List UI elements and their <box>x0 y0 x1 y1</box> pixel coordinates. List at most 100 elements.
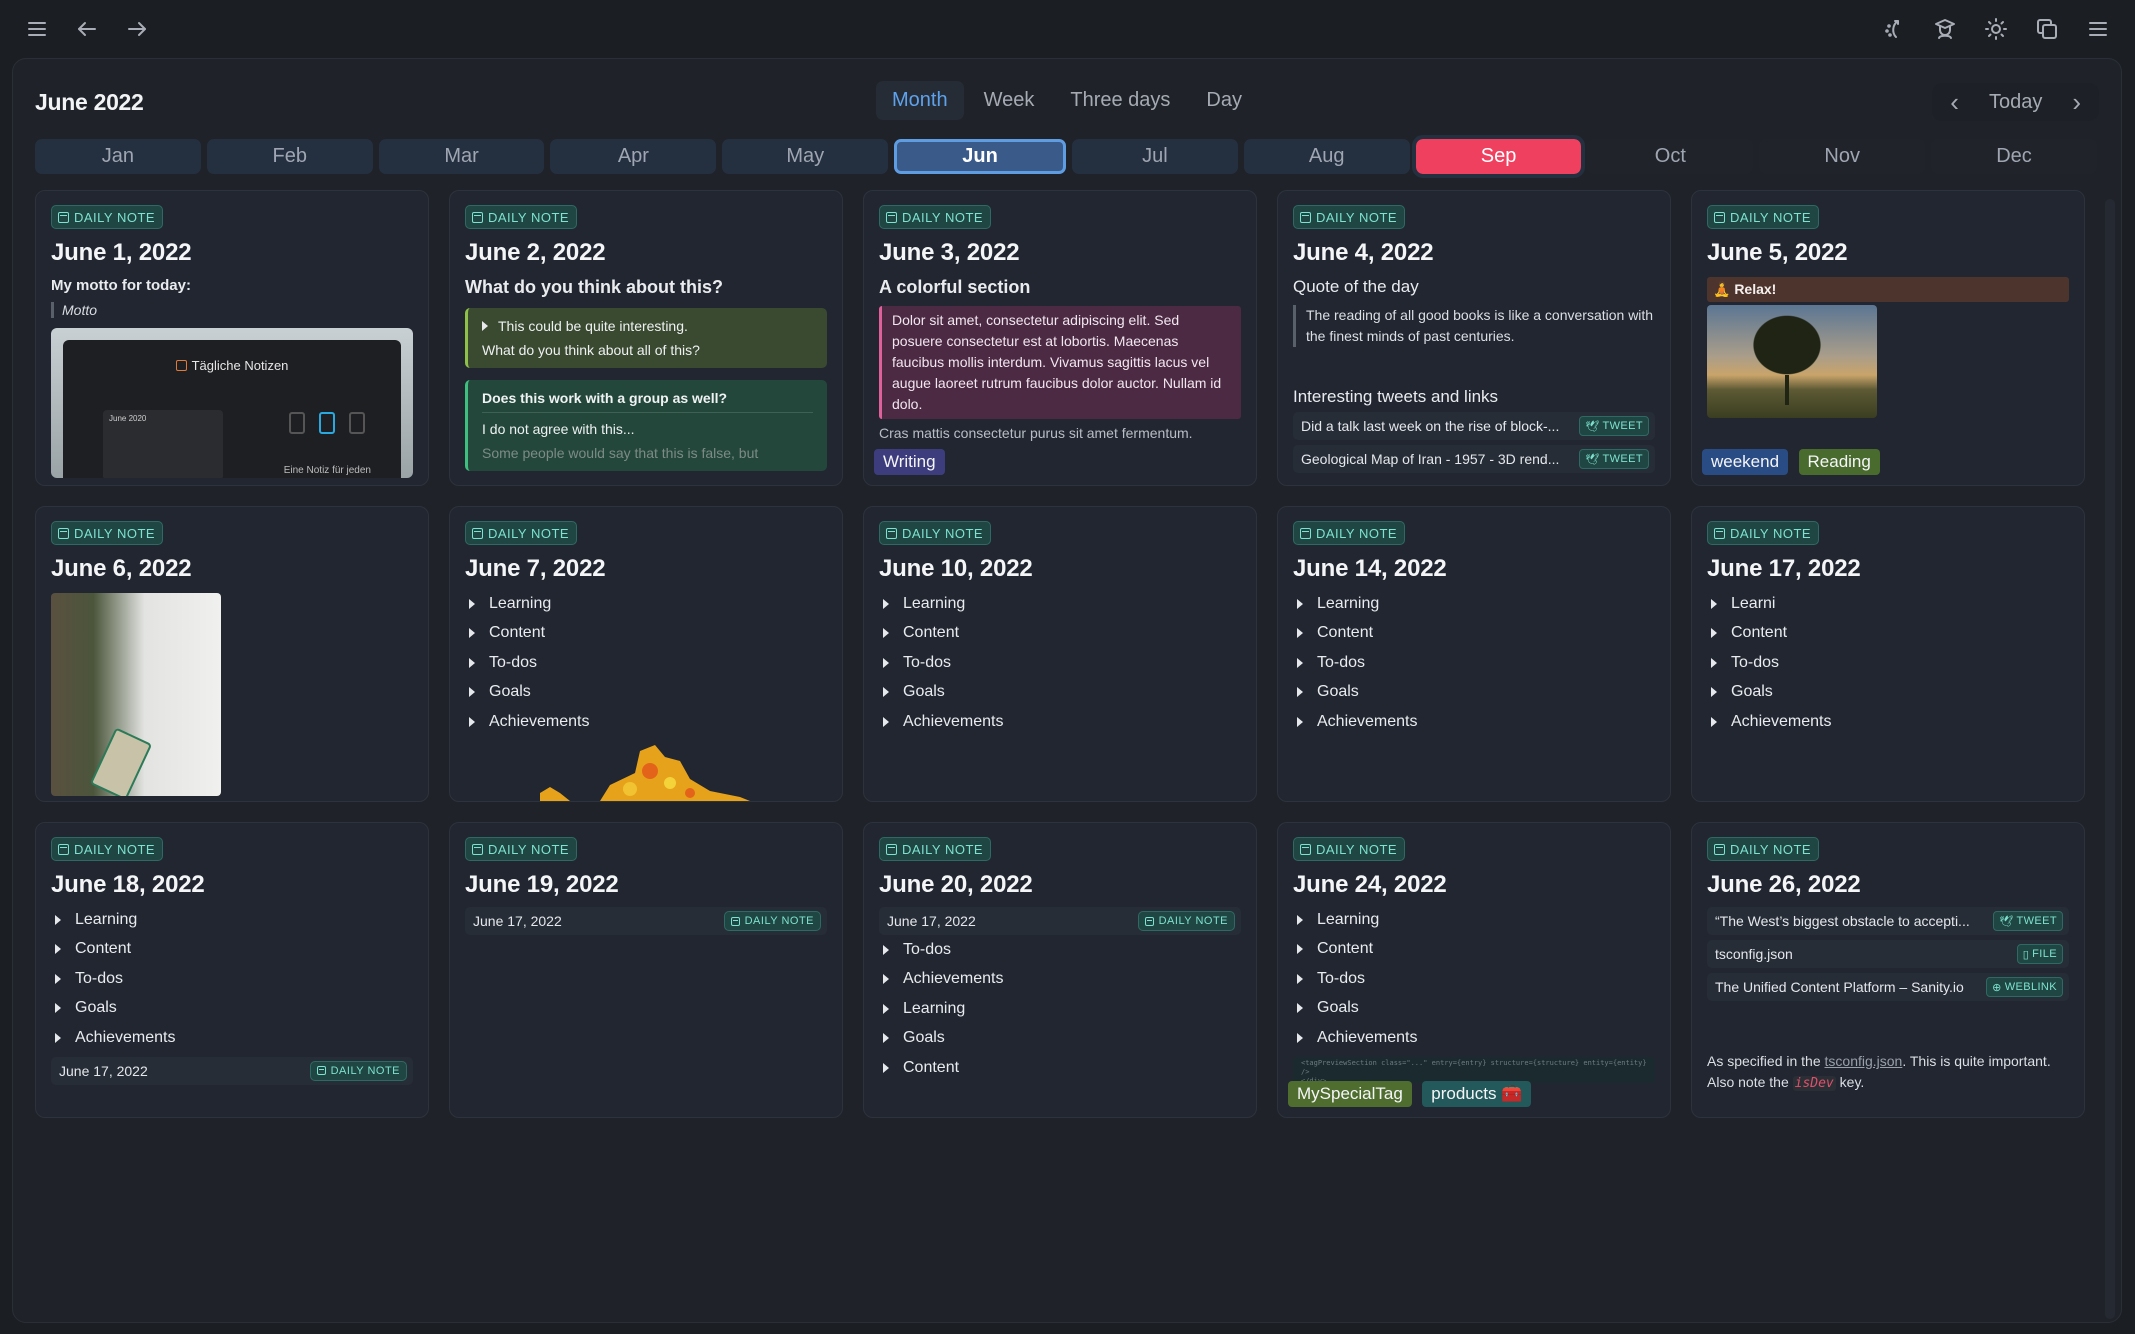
note-card[interactable]: DAILY NOTE June 18, 2022 Learning Conten… <box>35 822 429 1118</box>
links-heading: Interesting tweets and links <box>1293 387 1499 406</box>
month-may[interactable]: May <box>722 139 889 174</box>
month-dec[interactable]: Dec <box>1931 139 2097 174</box>
view-tab-day[interactable]: Day <box>1190 81 1258 120</box>
month-jan[interactable]: Jan <box>35 139 201 174</box>
toggle-item[interactable]: To-dos <box>51 964 413 994</box>
toggle-item[interactable]: Achievements <box>879 965 1241 995</box>
toggle-item[interactable]: Achievements <box>51 1023 413 1053</box>
toggle-item[interactable]: To-dos <box>1293 648 1655 678</box>
note-card[interactable]: DAILY NOTE June 6, 2022 <box>35 506 429 802</box>
calendar-icon <box>1144 916 1154 926</box>
month-sep[interactable]: Sep <box>1411 135 1586 178</box>
toggle-item[interactable]: Goals <box>879 678 1241 708</box>
tag-weekend[interactable]: weekend <box>1702 449 1789 475</box>
magic-sparkle-icon[interactable] <box>1877 12 1911 46</box>
toggle-item[interactable]: To-dos <box>879 935 1241 965</box>
scrollbar[interactable] <box>2105 199 2115 1319</box>
back-arrow-icon[interactable] <box>70 12 104 46</box>
view-tab-three-days[interactable]: Three days <box>1054 81 1186 120</box>
triangle-right-icon <box>883 716 889 727</box>
toggle-item[interactable]: To-dos <box>879 648 1241 678</box>
toggle-item[interactable]: To-dos <box>1707 648 2069 678</box>
calendar-icon <box>472 843 483 855</box>
toggle-item[interactable]: Learning <box>879 994 1241 1024</box>
toggle-item[interactable]: Learni <box>1707 589 2069 619</box>
toggle-item[interactable]: Achievements <box>465 707 827 737</box>
link-item[interactable]: Did a talk last week on the rise of bloc… <box>1293 412 1655 440</box>
toggle-item[interactable]: Goals <box>1707 678 2069 708</box>
toggle-item[interactable]: Learning <box>879 589 1241 619</box>
note-card[interactable]: DAILY NOTE June 26, 2022 “The West’s big… <box>1691 822 2085 1118</box>
toggle-item[interactable]: Learning <box>51 905 413 935</box>
month-jul[interactable]: Jul <box>1071 139 1238 174</box>
menu-icon[interactable] <box>2081 12 2115 46</box>
link-item[interactable]: “The West’s biggest obstacle to accepti.… <box>1707 907 2069 935</box>
toggle-item[interactable]: Learning <box>1293 905 1655 935</box>
toggle-item[interactable]: Content <box>879 1053 1241 1083</box>
note-card[interactable]: DAILY NOTE June 7, 2022 Learning Content… <box>449 506 843 802</box>
tag-myspecialtag[interactable]: MySpecialTag <box>1288 1081 1412 1107</box>
note-card[interactable]: DAILY NOTE June 4, 2022 Quote of the day… <box>1277 190 1671 486</box>
toggle-item[interactable]: Goals <box>1293 678 1655 708</box>
note-card[interactable]: DAILY NOTE June 10, 2022 Learning Conten… <box>863 506 1257 802</box>
month-jun[interactable]: Jun <box>894 139 1066 174</box>
toggle-item[interactable]: Learning <box>1293 589 1655 619</box>
toggle-item[interactable]: Learning <box>465 589 827 619</box>
today-button[interactable]: Today <box>1989 91 2042 114</box>
linked-note[interactable]: June 17, 2022 DAILY NOTE <box>51 1056 413 1085</box>
toggle-item[interactable]: This could be quite interesting. <box>482 318 813 334</box>
view-tab-month[interactable]: Month <box>876 81 964 120</box>
link-item[interactable]: The Unified Content Platform – Sanity.io… <box>1707 973 2069 1001</box>
view-tab-week[interactable]: Week <box>968 81 1051 120</box>
menu-icon[interactable] <box>20 12 54 46</box>
note-card[interactable]: DAILY NOTE June 20, 2022 June 17, 2022 DA… <box>863 822 1257 1118</box>
toggle-item[interactable]: Content <box>1293 935 1655 965</box>
linked-note[interactable]: June 17, 2022 DAILY NOTE <box>465 907 827 935</box>
student-icon[interactable] <box>1928 12 1962 46</box>
toggle-item[interactable]: Content <box>465 619 827 649</box>
tag-products[interactable]: products 🧰 <box>1422 1081 1532 1107</box>
linked-note[interactable]: June 17, 2022 DAILY NOTE <box>879 907 1241 935</box>
note-date: June 3, 2022 <box>879 239 1020 266</box>
tag-reading[interactable]: Reading <box>1798 449 1880 475</box>
windows-icon[interactable] <box>2030 12 2064 46</box>
callout-block: Does this work with a group as well? I d… <box>465 380 827 471</box>
toggle-item[interactable]: Goals <box>465 678 827 708</box>
tsconfig-link[interactable]: tsconfig.json <box>1825 1053 1903 1069</box>
prev-month-button[interactable]: ‹ <box>1950 89 1959 115</box>
toggle-item[interactable]: Content <box>1293 619 1655 649</box>
note-card[interactable]: DAILY NOTE June 14, 2022 Learning Conten… <box>1277 506 1671 802</box>
toggle-item[interactable]: To-dos <box>465 648 827 678</box>
month-apr[interactable]: Apr <box>550 139 717 174</box>
sun-icon[interactable] <box>1979 12 2013 46</box>
toggle-item[interactable]: Goals <box>879 1024 1241 1054</box>
toggle-item[interactable]: Content <box>879 619 1241 649</box>
month-aug[interactable]: Aug <box>1243 139 1410 174</box>
toggle-item[interactable]: Goals <box>51 994 413 1024</box>
toggle-item[interactable]: Content <box>1707 619 2069 649</box>
tag-writing[interactable]: Writing <box>874 449 945 475</box>
link-item[interactable]: tsconfig.json ▯ FILE <box>1707 940 2069 968</box>
daily-note-badge: DAILY NOTE <box>51 205 164 229</box>
toggle-item[interactable]: Achievements <box>1707 707 2069 737</box>
toggle-item[interactable]: Achievements <box>1293 707 1655 737</box>
note-card[interactable]: DAILY NOTE June 24, 2022 Learning Conten… <box>1277 822 1671 1118</box>
toggle-item[interactable]: To-dos <box>1293 964 1655 994</box>
link-item[interactable]: Geological Map of Iran - 1957 - 3D rend.… <box>1293 445 1655 473</box>
note-card[interactable]: DAILY NOTE June 1, 2022 My motto for tod… <box>35 190 429 486</box>
note-card[interactable]: DAILY NOTE June 2, 2022 What do you thin… <box>449 190 843 486</box>
forward-arrow-icon[interactable] <box>120 12 154 46</box>
note-card[interactable]: DAILY NOTE June 17, 2022 Learni Content … <box>1691 506 2085 802</box>
toggle-item[interactable]: Content <box>51 935 413 965</box>
toggle-item[interactable]: Achievements <box>879 707 1241 737</box>
toggle-item[interactable]: Goals <box>1293 994 1655 1024</box>
note-card[interactable]: DAILY NOTE June 19, 2022 June 17, 2022 DA… <box>449 822 843 1118</box>
month-nov[interactable]: Nov <box>1759 139 1926 174</box>
month-feb[interactable]: Feb <box>206 139 373 174</box>
note-card[interactable]: DAILY NOTE June 3, 2022 A colorful secti… <box>863 190 1257 486</box>
month-mar[interactable]: Mar <box>378 139 545 174</box>
note-card[interactable]: DAILY NOTE June 5, 2022 🧘 Relax! weekend… <box>1691 190 2085 486</box>
toggle-item[interactable]: Achievements <box>1293 1023 1655 1053</box>
month-oct[interactable]: Oct <box>1587 139 1754 174</box>
next-month-button[interactable]: › <box>2072 89 2081 115</box>
